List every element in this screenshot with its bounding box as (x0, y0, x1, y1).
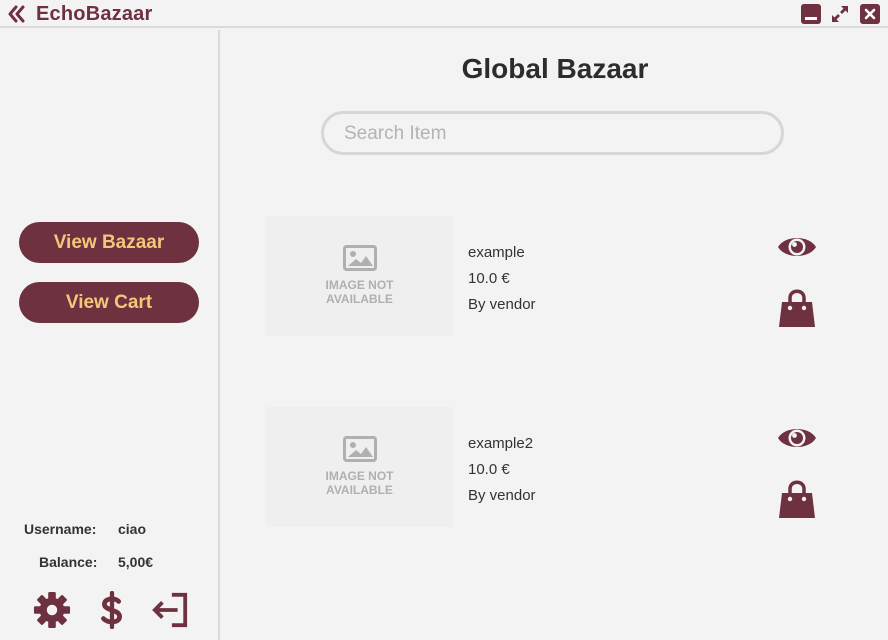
image-unavailable-line1: IMAGE NOT (325, 469, 394, 483)
list-item: IMAGE NOT AVAILABLE example2 10.0 € By v… (266, 407, 826, 527)
image-icon (343, 436, 377, 462)
logout-icon[interactable] (150, 591, 190, 629)
dollar-icon[interactable] (92, 591, 132, 629)
image-unavailable-text: IMAGE NOT AVAILABLE (266, 469, 453, 497)
eye-icon[interactable] (777, 232, 817, 262)
image-unavailable-line1: IMAGE NOT (325, 278, 394, 292)
page-title: Global Bazaar (461, 53, 649, 84)
list-item: IMAGE NOT AVAILABLE example 10.0 € By ve… (266, 216, 826, 336)
item-name: example (468, 244, 525, 261)
gear-icon[interactable] (32, 591, 72, 629)
item-price: 10.0 € (468, 270, 510, 287)
item-price: 10.0 € (468, 461, 510, 478)
close-icon[interactable] (860, 4, 880, 24)
shopping-bag-icon[interactable] (777, 288, 817, 328)
username-value: ciao (118, 521, 147, 537)
shopping-bag-icon[interactable] (777, 479, 817, 519)
eye-icon[interactable] (777, 423, 817, 453)
balance-value: 5,00€ (118, 554, 154, 570)
double-chevron-left-icon[interactable] (7, 5, 27, 23)
item-image-placeholder: IMAGE NOT AVAILABLE (266, 407, 453, 527)
item-name: example2 (468, 435, 534, 452)
search-box[interactable] (321, 111, 784, 155)
image-icon (343, 245, 377, 271)
image-unavailable-line2: AVAILABLE (326, 483, 393, 497)
image-unavailable-line2: AVAILABLE (326, 292, 393, 306)
image-unavailable-text: IMAGE NOT AVAILABLE (266, 278, 453, 306)
item-vendor: By vendor (468, 487, 536, 504)
username-label: Username: (24, 521, 97, 537)
search-input[interactable] (344, 122, 764, 146)
view-cart-button[interactable]: View Cart (19, 282, 199, 323)
minimize-icon[interactable] (801, 4, 821, 24)
item-vendor: By vendor (468, 296, 536, 313)
title-bar: EchoBazaar (0, 0, 888, 28)
balance-label: Balance: (39, 554, 98, 570)
item-image-placeholder: IMAGE NOT AVAILABLE (266, 216, 453, 336)
view-bazaar-button[interactable]: View Bazaar (19, 222, 199, 263)
sidebar: View Bazaar View Cart Username: ciao Bal… (0, 30, 220, 640)
maximize-icon[interactable] (830, 4, 850, 24)
app-title: EchoBazaar (36, 3, 153, 25)
